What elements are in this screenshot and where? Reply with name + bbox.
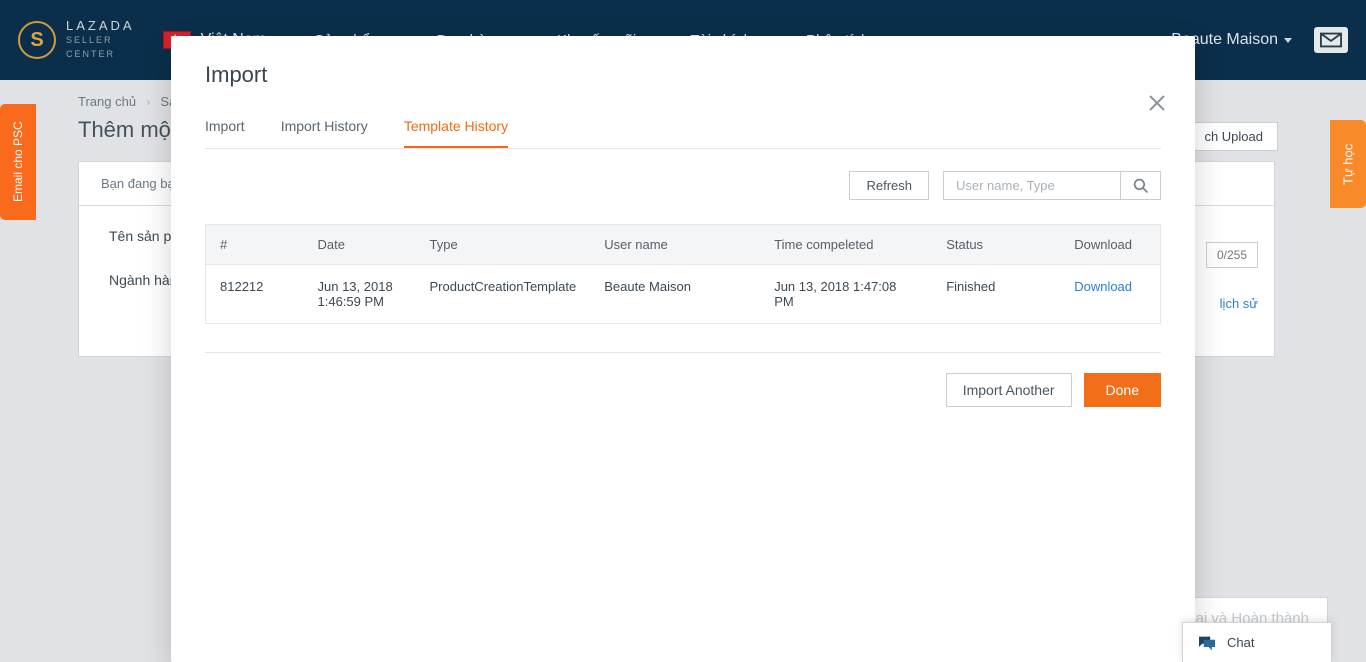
refresh-button[interactable]: Refresh [849, 171, 929, 200]
col-type: Type [416, 225, 591, 265]
import-another-button[interactable]: Import Another [946, 373, 1072, 407]
side-tab-email[interactable]: Email cho PSC [0, 104, 36, 220]
tab-template-history[interactable]: Template History [404, 118, 508, 148]
chevron-down-icon [1284, 38, 1292, 43]
search-icon [1133, 178, 1149, 194]
cell-user: Beaute Maison [590, 265, 760, 324]
modal-divider [205, 352, 1161, 353]
cell-status: Finished [932, 265, 1060, 324]
table-row: 812212 Jun 13, 2018 1:46:59 PM ProductCr… [206, 265, 1161, 324]
table-head: # Date Type User name Time compeleted St… [206, 225, 1161, 265]
search-input[interactable] [944, 172, 1120, 199]
side-tab-learn[interactable]: Tự học [1330, 120, 1366, 208]
tab-import[interactable]: Import [205, 118, 245, 148]
logo-text: LAZADA SELLER CENTER [66, 19, 135, 61]
col-status: Status [932, 225, 1060, 265]
history-table: # Date Type User name Time compeleted St… [205, 224, 1161, 324]
logo-line3: CENTER [66, 47, 135, 61]
logo-line1: LAZADA [66, 19, 135, 33]
search-box [943, 171, 1161, 200]
col-download: Download [1060, 225, 1160, 265]
modal-tabs: Import Import History Template History [205, 118, 1161, 149]
mail-icon [1320, 32, 1342, 48]
search-button[interactable] [1120, 172, 1160, 199]
modal-title: Import [205, 62, 1161, 88]
col-id: # [206, 225, 304, 265]
cell-type: ProductCreationTemplate [416, 265, 591, 324]
chat-label: Chat [1227, 635, 1254, 650]
col-date: Date [304, 225, 416, 265]
cell-date: Jun 13, 2018 1:46:59 PM [304, 265, 416, 324]
breadcrumb-home[interactable]: Trang chủ [78, 94, 136, 109]
download-link[interactable]: Download [1074, 279, 1132, 294]
import-modal: Import Import Import History Template Hi… [171, 36, 1195, 662]
modal-overlay: Import Import Import History Template Hi… [0, 36, 1366, 662]
logo-badge: S [18, 21, 56, 59]
breadcrumb-sep [146, 94, 150, 109]
chat-widget[interactable]: Chat [1182, 622, 1332, 662]
logo-line2: SELLER [66, 33, 135, 47]
cell-id: 812212 [206, 265, 304, 324]
mail-button[interactable] [1314, 27, 1348, 53]
char-counter: 0/255 [1206, 242, 1258, 268]
history-link[interactable]: lịch sử [1220, 296, 1258, 311]
col-user: User name [590, 225, 760, 265]
close-icon [1148, 94, 1166, 112]
modal-actions: Import Another Done [205, 373, 1161, 407]
tab-import-history[interactable]: Import History [281, 118, 368, 148]
filter-bar: Refresh [205, 171, 1161, 200]
upload-button[interactable]: ch Upload [1189, 122, 1278, 151]
logo[interactable]: S LAZADA SELLER CENTER [18, 19, 135, 61]
col-completed: Time compeleted [760, 225, 932, 265]
chat-icon [1197, 635, 1217, 651]
cell-completed: Jun 13, 2018 1:47:08 PM [760, 265, 932, 324]
close-button[interactable] [1148, 94, 1170, 116]
done-button[interactable]: Done [1084, 373, 1161, 407]
